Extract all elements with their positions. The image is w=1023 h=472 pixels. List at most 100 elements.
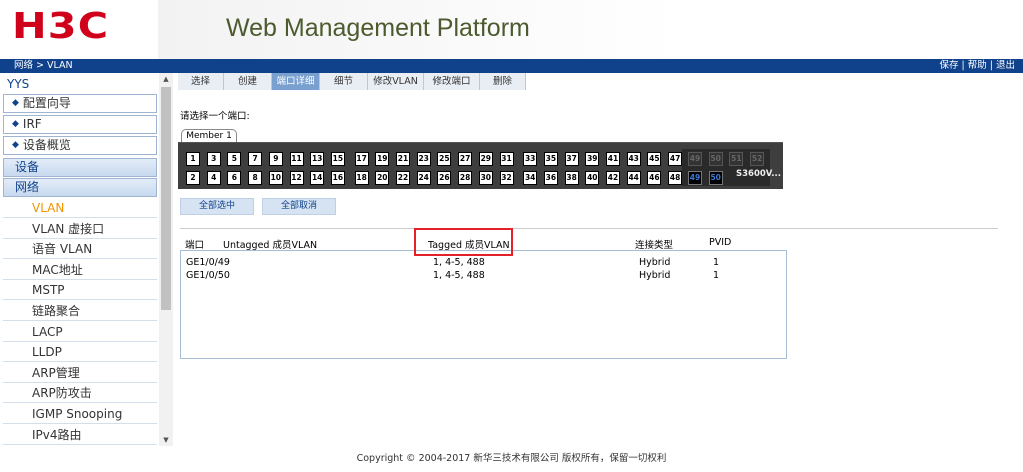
port-1[interactable]: 1	[186, 152, 200, 166]
port-19[interactable]: 19	[375, 152, 390, 166]
port-45[interactable]: 45	[647, 152, 662, 166]
port-9[interactable]: 9	[268, 152, 283, 166]
port-24[interactable]: 24	[416, 171, 431, 185]
cell-pvid: 1	[713, 270, 720, 281]
sidebar-item-8[interactable]: ARP管理	[3, 362, 157, 383]
top-actions: 保存 | 帮助 | 退出	[939, 59, 1015, 73]
port-28[interactable]: 28	[458, 171, 473, 185]
port-35[interactable]: 35	[543, 152, 558, 166]
port-34[interactable]: 34	[523, 171, 538, 185]
port-4[interactable]: 4	[206, 171, 221, 185]
port-10[interactable]: 10	[268, 171, 283, 185]
port-11[interactable]: 11	[289, 152, 304, 166]
port-27[interactable]: 27	[458, 152, 473, 166]
port-16[interactable]: 16	[330, 171, 345, 185]
port-39[interactable]: 39	[585, 152, 600, 166]
tab-4[interactable]: 修改VLAN	[368, 73, 424, 90]
port-31[interactable]: 31	[499, 152, 514, 166]
scroll-up-arrow-icon[interactable]: ▲	[159, 73, 173, 85]
port-41[interactable]: 41	[606, 152, 620, 166]
port-47[interactable]: 47	[668, 152, 683, 166]
port-22[interactable]: 22	[396, 171, 410, 185]
sidebar-section-network[interactable]: 网络	[3, 178, 157, 197]
port-21[interactable]: 21	[396, 152, 410, 166]
sidebar-item-5[interactable]: 链路聚合	[3, 301, 157, 321]
port-29[interactable]: 29	[478, 152, 493, 166]
sidebar-section-device[interactable]: 设备	[3, 158, 157, 177]
sidebar-item-3[interactable]: MAC地址	[3, 259, 157, 280]
port-36[interactable]: 36	[543, 171, 558, 185]
sidebar-item-1[interactable]: VLAN 虚接口	[3, 218, 157, 239]
tab-2[interactable]: 端口详细	[272, 73, 320, 90]
sidebar-item-9[interactable]: ARP防攻击	[3, 383, 157, 404]
port-51[interactable]: 51	[729, 152, 744, 166]
port-32[interactable]: 32	[499, 171, 514, 185]
port-8[interactable]: 8	[248, 171, 263, 185]
port-15[interactable]: 15	[330, 152, 345, 166]
sidebar-title: YYS	[7, 77, 30, 91]
port-46[interactable]: 46	[647, 171, 662, 185]
port-50[interactable]: 50	[708, 171, 723, 185]
cell-type: Hybrid	[639, 270, 671, 281]
sidebar-item-11[interactable]: IPv4路由	[3, 424, 157, 445]
port-48[interactable]: 48	[668, 171, 683, 185]
sidebar-scrollbar[interactable]: ▲ ▼	[159, 73, 173, 446]
sidebar-item-irf[interactable]: ◆ IRF	[3, 115, 157, 134]
port-13[interactable]: 13	[310, 152, 325, 166]
col-header-untagged: Untagged 成员VLAN	[223, 240, 318, 251]
port-17[interactable]: 17	[354, 152, 369, 166]
tab-5[interactable]: 修改端口	[424, 73, 480, 90]
port-33[interactable]: 33	[523, 152, 538, 166]
help-link[interactable]: 帮助	[968, 60, 987, 71]
diamond-icon: ◆	[12, 140, 19, 150]
port-49[interactable]: 49	[688, 171, 702, 185]
sidebar-item-10[interactable]: IGMP Snooping	[3, 404, 157, 424]
sidebar-item-6[interactable]: LACP	[3, 321, 157, 342]
port-12[interactable]: 12	[289, 171, 304, 185]
member-tab[interactable]: Member 1	[181, 129, 237, 142]
port-38[interactable]: 38	[564, 171, 579, 185]
scroll-down-arrow-icon[interactable]: ▼	[159, 434, 173, 446]
port-3[interactable]: 3	[206, 152, 221, 166]
port-18[interactable]: 18	[354, 171, 369, 185]
tab-6[interactable]: 删除	[480, 73, 526, 90]
port-25[interactable]: 25	[437, 152, 452, 166]
sidebar-item-4[interactable]: MSTP	[3, 280, 157, 301]
port-7[interactable]: 7	[248, 152, 263, 166]
sidebar-item-7[interactable]: LLDP	[3, 342, 157, 363]
sidebar-item-overview[interactable]: ◆ 设备概览	[3, 136, 157, 155]
port-52[interactable]: 52	[750, 152, 765, 166]
sidebar-item-2[interactable]: 语音 VLAN	[3, 239, 157, 260]
port-37[interactable]: 37	[564, 152, 579, 166]
port-50[interactable]: 50	[708, 152, 723, 166]
port-5[interactable]: 5	[227, 152, 242, 166]
port-44[interactable]: 44	[626, 171, 641, 185]
scroll-thumb[interactable]	[161, 87, 171, 310]
logout-link[interactable]: 退出	[996, 60, 1015, 71]
port-14[interactable]: 14	[310, 171, 325, 185]
port-2[interactable]: 2	[186, 171, 200, 185]
col-header-port: 端口	[185, 240, 205, 251]
port-40[interactable]: 40	[585, 171, 600, 185]
highlight-box	[414, 228, 513, 256]
port-20[interactable]: 20	[375, 171, 390, 185]
port-42[interactable]: 42	[606, 171, 620, 185]
port-23[interactable]: 23	[416, 152, 431, 166]
sidebar-item-wizard[interactable]: ◆ 配置向导	[3, 94, 157, 113]
footer-copyright: Copyright © 2004-2017 新华三技术有限公司 版权所有，保留一…	[0, 446, 1023, 468]
sidebar-item-label: 配置向导	[22, 96, 71, 110]
port-49[interactable]: 49	[688, 152, 702, 166]
tab-0[interactable]: 选择	[178, 73, 224, 90]
port-6[interactable]: 6	[227, 171, 242, 185]
port-26[interactable]: 26	[437, 171, 452, 185]
port-30[interactable]: 30	[478, 171, 493, 185]
tab-3[interactable]: 细节	[320, 73, 368, 90]
save-link[interactable]: 保存	[939, 60, 958, 71]
tab-1[interactable]: 创建	[224, 73, 272, 90]
sidebar-item-0[interactable]: VLAN	[3, 198, 157, 218]
select-all-button[interactable]: 全部选中	[180, 198, 254, 215]
separator: |	[986, 60, 996, 71]
cell-tagged: 1, 4-5, 488	[433, 270, 485, 281]
port-43[interactable]: 43	[626, 152, 641, 166]
deselect-all-button[interactable]: 全部取消	[262, 198, 336, 215]
